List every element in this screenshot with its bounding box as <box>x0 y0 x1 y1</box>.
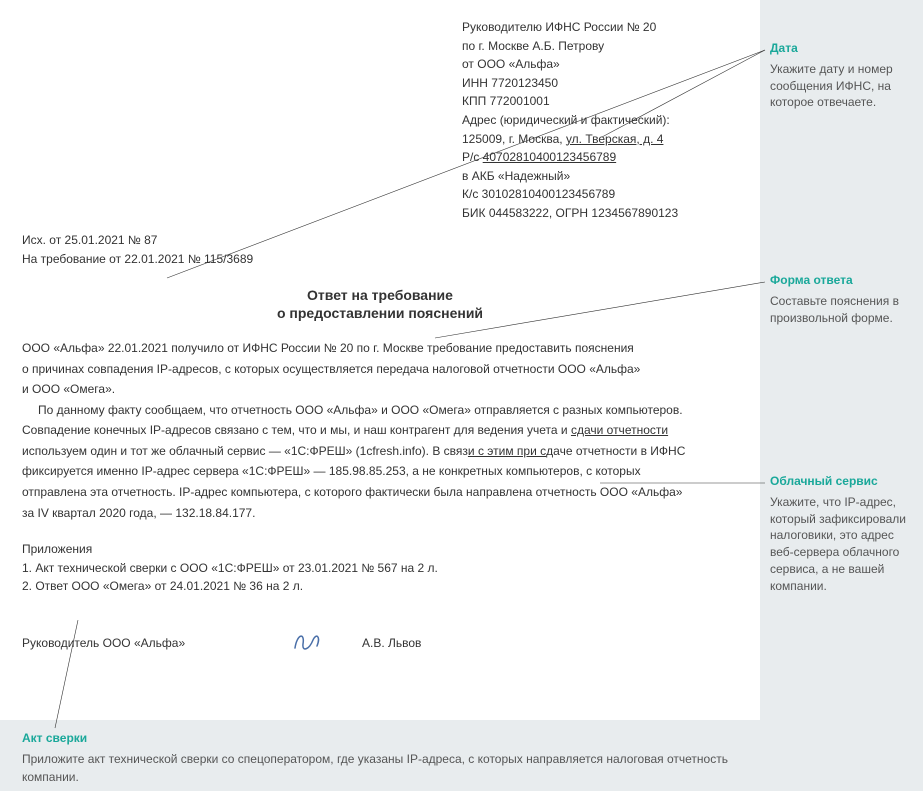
outgoing-meta: Исх. от 25.01.2021 № 87 На требование от… <box>22 231 738 269</box>
title-line: Ответ на требование <box>307 287 453 303</box>
body-line: отправлена эта отчетность. IP-адрес комп… <box>22 483 738 502</box>
annotation-text: Составьте пояснения в произвольной форме… <box>770 293 920 327</box>
title-line: о предоставлении пояснений <box>22 305 738 321</box>
recipient-line: от ООО «Альфа» <box>462 55 738 74</box>
body-line: фиксируется именно IP-адрес сервера «1С:… <box>22 462 738 481</box>
annotation-title: Акт сверки <box>22 730 742 747</box>
body-line: о причинах совпадения IP-адресов, с кото… <box>22 360 738 379</box>
recipient-line: 125009, г. Москва, ул. Тверская, д. 4 <box>462 130 738 149</box>
document-page: Руководителю ИФНС России № 20 по г. Моск… <box>0 0 760 720</box>
annotation-form: Форма ответа Составьте пояснения в произ… <box>770 272 920 326</box>
recipient-line: по г. Москве А.Б. Петрову <box>462 37 738 56</box>
annotation-title: Форма ответа <box>770 272 920 289</box>
recipient-block: Руководителю ИФНС России № 20 по г. Моск… <box>462 18 738 223</box>
signature-mark <box>272 626 342 659</box>
body-line: Совпадение конечных IP-адресов связано с… <box>22 421 738 440</box>
annotation-title: Облачный сервис <box>770 473 920 490</box>
signer-name: А.В. Львов <box>362 636 421 650</box>
signature-row: Руководитель ООО «Альфа» А.В. Львов <box>22 626 738 659</box>
body-line: ООО «Альфа» 22.01.2021 получило от ИФНС … <box>22 339 738 358</box>
outgoing-number: Исх. от 25.01.2021 № 87 <box>22 231 738 250</box>
attachment-item: 2. Ответ ООО «Омега» от 24.01.2021 № 36 … <box>22 577 738 596</box>
body-line: и ООО «Омега». <box>22 380 738 399</box>
annotation-act: Акт сверки Приложите акт технической све… <box>22 730 742 786</box>
recipient-line: Руководителю ИФНС России № 20 <box>462 18 738 37</box>
annotation-date: Дата Укажите дату и номер сообщения ИФНС… <box>770 40 920 111</box>
annotation-text: Укажите, что IP-адрес, который зафиксиро… <box>770 494 920 595</box>
request-reference: На требование от 22.01.2021 № 115/3689 <box>22 250 738 269</box>
attachments-block: Приложения 1. Акт технической сверки с О… <box>22 540 738 596</box>
body-line: за IV квартал 2020 года, — 132.18.84.177… <box>22 504 738 523</box>
body-line: используем один и тот же облачный сервис… <box>22 442 738 461</box>
recipient-line: Р/с 40702810400123456789 <box>462 148 738 167</box>
annotation-title: Дата <box>770 40 920 57</box>
recipient-line: Адрес (юридический и фактический): <box>462 111 738 130</box>
recipient-line: К/с 30102810400123456789 <box>462 185 738 204</box>
recipient-line: ИНН 7720123450 <box>462 74 738 93</box>
body-line: По данному факту сообщаем, что отчетност… <box>22 401 738 420</box>
attachments-heading: Приложения <box>22 540 738 559</box>
recipient-line: КПП 772001001 <box>462 92 738 111</box>
annotation-text: Укажите дату и номер сообщения ИФНС, на … <box>770 61 920 111</box>
document-title: Ответ на требование о предоставлении поя… <box>22 287 738 321</box>
signer-title: Руководитель ООО «Альфа» <box>22 636 272 650</box>
attachment-item: 1. Акт технической сверки с ООО «1С:ФРЕШ… <box>22 559 738 578</box>
annotation-cloud: Облачный сервис Укажите, что IP-адрес, к… <box>770 473 920 595</box>
annotation-text: Приложите акт технической сверки со спец… <box>22 751 742 786</box>
recipient-line: БИК 044583222, ОГРН 1234567890123 <box>462 204 738 223</box>
document-body: ООО «Альфа» 22.01.2021 получило от ИФНС … <box>22 339 738 522</box>
recipient-line: в АКБ «Надежный» <box>462 167 738 186</box>
